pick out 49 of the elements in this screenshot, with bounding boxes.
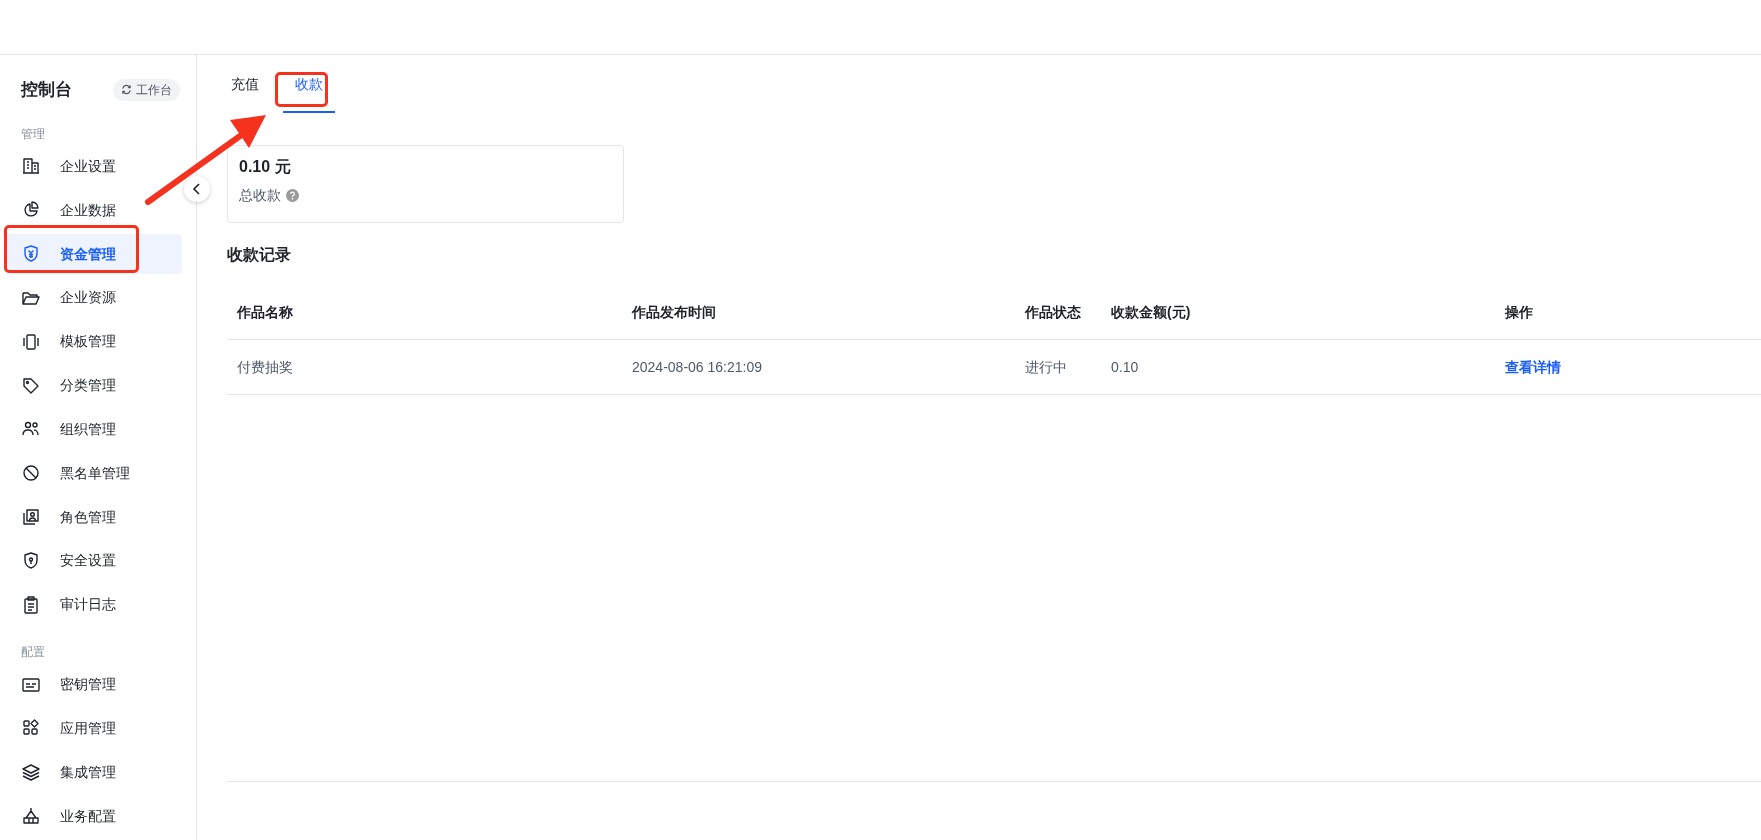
sidebar-item[interactable]: 业务配置: [6, 796, 182, 836]
menu-icon: [21, 331, 41, 352]
workspace-button[interactable]: 工作台: [113, 78, 180, 101]
menu-icon: [21, 594, 41, 615]
section-title: 收款记录: [227, 245, 291, 265]
sidebar-item[interactable]: 审计日志: [6, 584, 182, 625]
help-icon[interactable]: [286, 189, 299, 202]
section-label: 管理: [20, 125, 45, 143]
menu-icon: [21, 507, 41, 528]
tab[interactable]: 收款: [283, 69, 335, 113]
menu-icon: [21, 156, 41, 177]
column-header: 操作: [1505, 304, 1533, 320]
sidebar-item[interactable]: 组织管理: [6, 409, 182, 450]
total-amount: 0.10 元: [239, 157, 292, 177]
console-title: 控制台: [21, 79, 72, 101]
sidebar-item[interactable]: 集成管理: [6, 752, 182, 793]
highlight-box: [275, 72, 328, 107]
menu-icon: [21, 762, 41, 783]
table-cell: 0.10: [1111, 359, 1139, 375]
sidebar-item[interactable]: 应用管理: [6, 708, 182, 749]
view-details-link[interactable]: 查看详情: [1505, 359, 1561, 375]
sidebar-item[interactable]: 企业设置: [6, 146, 182, 187]
sidebar-item[interactable]: 资金管理: [6, 234, 182, 274]
collapse-button[interactable]: [184, 176, 210, 202]
column-header: 收款金额(元): [1111, 304, 1191, 320]
menu-icon: [21, 375, 41, 396]
column-header: 作品状态: [1025, 304, 1081, 320]
sidebar-item[interactable]: 企业数据: [6, 190, 182, 231]
menu-icon: [21, 463, 41, 484]
table-cell: 进行中: [1025, 359, 1067, 375]
menu-icon: [21, 244, 41, 265]
sidebar-item[interactable]: 角色管理: [6, 497, 182, 537]
menu-icon: [21, 550, 41, 571]
tab[interactable]: 充值: [229, 69, 261, 113]
column-header: 作品发布时间: [632, 304, 716, 320]
sidebar-item[interactable]: 安全设置: [6, 540, 182, 581]
section-label: 配置: [20, 643, 45, 661]
table-cell: 2024-08-06 16:21:09: [632, 359, 762, 375]
sidebar-item[interactable]: 密钥管理: [6, 664, 182, 705]
chevron-left-icon: [192, 183, 202, 195]
column-header: 作品名称: [237, 304, 293, 320]
table-cell: 付费抽奖: [237, 359, 293, 375]
sidebar-item[interactable]: 黑名单管理: [6, 453, 182, 494]
menu-icon: [21, 806, 41, 826]
refresh-icon: [121, 84, 132, 96]
total-label: 总收款: [239, 186, 281, 205]
sidebar-item[interactable]: 分类管理: [6, 365, 182, 406]
sidebar-item[interactable]: 模板管理: [6, 321, 182, 362]
sidebar-item[interactable]: 企业资源: [6, 278, 182, 318]
